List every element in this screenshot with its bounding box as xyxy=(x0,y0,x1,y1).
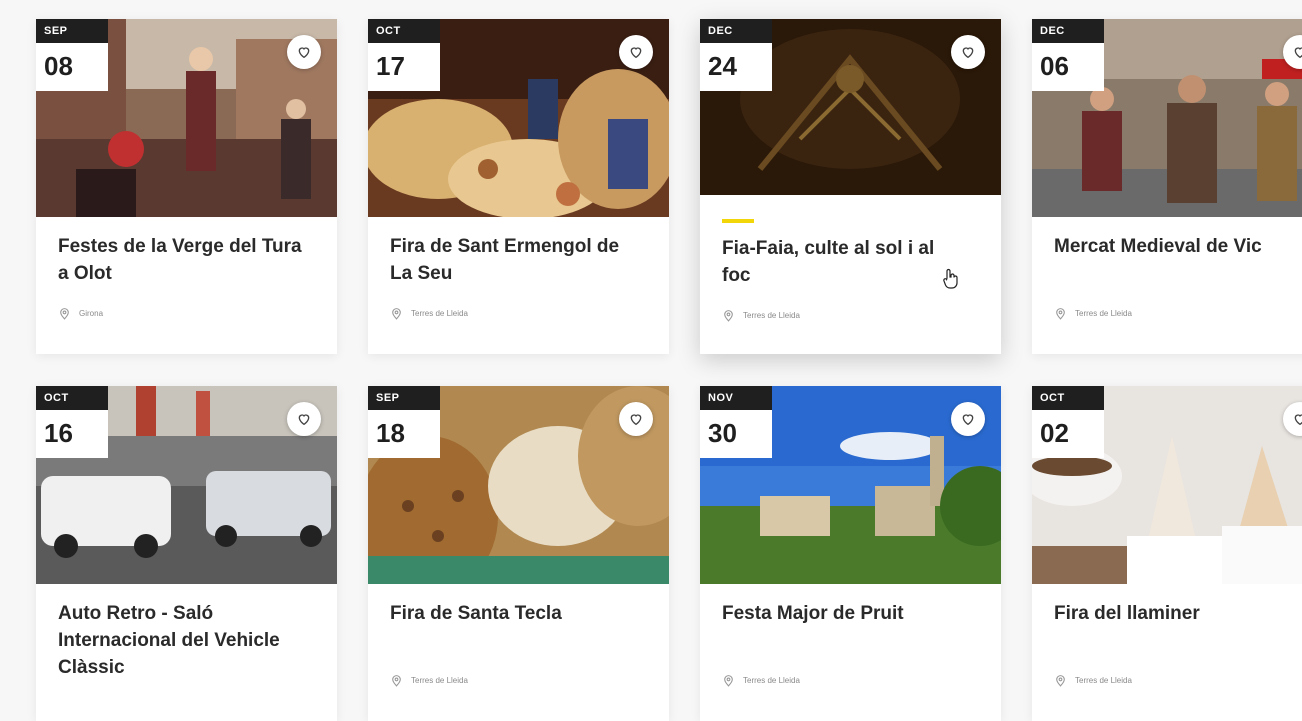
date-badge: OCT 02 xyxy=(1032,386,1104,458)
heart-icon xyxy=(630,47,642,59)
event-location: Terres de Lleida xyxy=(390,674,468,687)
date-month: DEC xyxy=(700,19,772,43)
event-location-label: Terres de Lleida xyxy=(1075,309,1132,318)
event-location: Terres de Lleida xyxy=(1054,307,1132,320)
event-location: Terres de Lleida xyxy=(390,307,468,320)
date-badge: DEC 06 xyxy=(1032,19,1104,91)
date-month: SEP xyxy=(36,19,108,43)
date-month: SEP xyxy=(368,386,440,410)
event-card[interactable]: NOV 30 Festa Major de Pruit Terres de Ll… xyxy=(700,386,1001,721)
date-badge: NOV 30 xyxy=(700,386,772,458)
date-day: 17 xyxy=(376,51,405,81)
date-day: 18 xyxy=(376,418,405,448)
event-location-label: Terres de Lleida xyxy=(411,676,468,685)
map-pin-icon xyxy=(1056,675,1065,687)
event-location: Terres de Lleida xyxy=(722,309,800,322)
event-title[interactable]: Festes de la Verge del Tura a Olot xyxy=(58,233,303,287)
date-badge: OCT 17 xyxy=(368,19,440,91)
date-day: 16 xyxy=(44,418,73,448)
heart-icon xyxy=(298,414,310,426)
heart-icon xyxy=(298,47,310,59)
event-location-label: Terres de Lleida xyxy=(411,309,468,318)
map-pin-icon xyxy=(60,308,69,320)
favorite-button[interactable] xyxy=(951,402,985,436)
event-title[interactable]: Fira del llaminer xyxy=(1054,600,1299,627)
date-day: 30 xyxy=(708,418,737,448)
heart-icon xyxy=(630,414,642,426)
map-pin-icon xyxy=(724,675,733,687)
event-title[interactable]: Auto Retro - Saló Internacional del Vehi… xyxy=(58,600,303,681)
date-day: 02 xyxy=(1040,418,1069,448)
map-pin-icon xyxy=(392,308,401,320)
event-title[interactable]: Fia-Faia, culte al sol i al foc xyxy=(722,235,967,289)
favorite-button[interactable] xyxy=(951,35,985,69)
events-grid: SEP 08 Festes de la Verge del Tura a Olo… xyxy=(0,0,1302,721)
event-location: Terres de Lleida xyxy=(1054,674,1132,687)
event-location-label: Terres de Lleida xyxy=(743,676,800,685)
event-location: Girona xyxy=(58,307,103,320)
event-location-label: Girona xyxy=(79,309,104,318)
event-title[interactable]: Mercat Medieval de Vic xyxy=(1054,233,1299,260)
event-title[interactable]: Festa Major de Pruit xyxy=(722,600,967,627)
event-title[interactable]: Fira de Santa Tecla xyxy=(390,600,635,627)
accent-bar xyxy=(722,219,754,223)
date-badge: OCT 16 xyxy=(36,386,108,458)
event-location-label: Terres de Lleida xyxy=(1075,676,1132,685)
date-month: OCT xyxy=(368,19,440,43)
favorite-button[interactable] xyxy=(619,35,653,69)
event-card[interactable]: OCT 17 Fira de Sant Ermengol de La Seu T… xyxy=(368,19,669,354)
event-card[interactable]: OCT 02 Fira del llaminer Terres de Lleid… xyxy=(1032,386,1302,721)
map-pin-icon xyxy=(724,310,733,322)
favorite-button[interactable] xyxy=(287,35,321,69)
date-badge: DEC 24 xyxy=(700,19,772,91)
event-card[interactable]: DEC 06 Mercat Medieval de Vic Terres de … xyxy=(1032,19,1302,354)
date-month: OCT xyxy=(1032,386,1104,410)
event-location-label: Terres de Lleida xyxy=(743,311,800,320)
event-card[interactable]: DEC 24 Fia-Faia, culte al sol i al foc T… xyxy=(700,19,1001,354)
date-day: 06 xyxy=(1040,51,1069,81)
heart-icon xyxy=(1294,414,1302,426)
event-location: Terres de Lleida xyxy=(722,674,800,687)
heart-icon xyxy=(962,414,974,426)
event-card[interactable]: SEP 08 Festes de la Verge del Tura a Olo… xyxy=(36,19,337,354)
event-card[interactable]: OCT 16 Auto Retro - Saló Internacional d… xyxy=(36,386,337,721)
favorite-button[interactable] xyxy=(619,402,653,436)
map-pin-icon xyxy=(1056,308,1065,320)
heart-icon xyxy=(1294,47,1302,59)
event-card[interactable]: SEP 18 Fira de Santa Tecla Terres de Lle… xyxy=(368,386,669,721)
date-badge: SEP 08 xyxy=(36,19,108,91)
date-month: DEC xyxy=(1032,19,1104,43)
date-badge: SEP 18 xyxy=(368,386,440,458)
heart-icon xyxy=(962,47,974,59)
date-day: 24 xyxy=(708,51,737,81)
favorite-button[interactable] xyxy=(287,402,321,436)
date-month: NOV xyxy=(700,386,772,410)
date-day: 08 xyxy=(44,51,73,81)
event-title[interactable]: Fira de Sant Ermengol de La Seu xyxy=(390,233,635,287)
map-pin-icon xyxy=(392,675,401,687)
date-month: OCT xyxy=(36,386,108,410)
